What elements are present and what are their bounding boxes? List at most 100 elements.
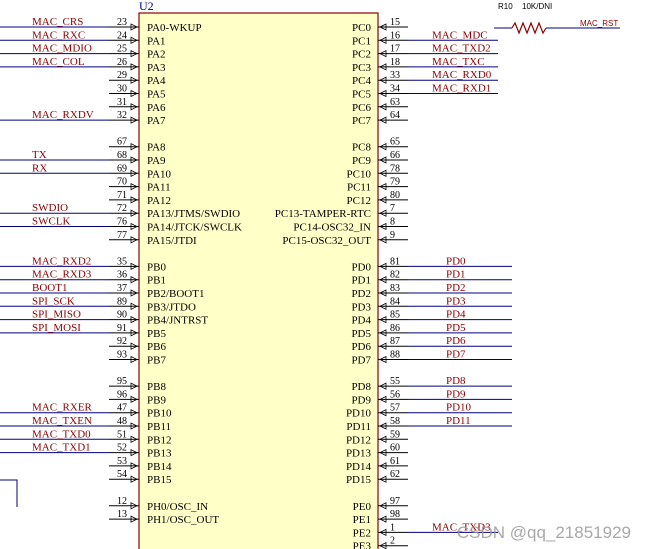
pin-number: 29	[117, 70, 127, 81]
net-label: MAC_TXEN	[32, 415, 92, 427]
pin-name: PC10	[347, 168, 372, 180]
pin-name: PD9	[351, 394, 371, 406]
pin-number: 12	[117, 496, 127, 507]
pin-name: PA4	[147, 75, 166, 87]
pin-number: 66	[390, 150, 400, 161]
net-label: PD3	[446, 295, 466, 307]
pin-name: PA11	[147, 182, 171, 194]
pin-number: 37	[117, 283, 127, 294]
resistor-r10[interactable]: R10 10K/DNI MAC_RST	[494, 2, 620, 35]
pin-number: 71	[117, 190, 127, 201]
net-label: PD0	[446, 255, 466, 267]
pin-number: 65	[390, 137, 400, 148]
pin-number: 59	[390, 429, 400, 440]
pin-name: PD5	[351, 328, 371, 340]
pin-number: 85	[390, 310, 400, 321]
mcu-body[interactable]	[138, 12, 379, 549]
pin-name: PA3	[147, 62, 166, 74]
mac-rst-net-label: MAC_RST	[580, 19, 618, 28]
pin-name: PH1/OSC_OUT	[147, 514, 219, 526]
pin-name: PB9	[147, 394, 166, 406]
pin-name: PB13	[147, 448, 172, 460]
pin-number: 24	[117, 30, 127, 41]
pin-name: PC1	[352, 35, 371, 47]
pin-name: PA8	[147, 142, 166, 154]
pin-name: PB4/JNTRST	[147, 315, 208, 327]
pin-name: PD15	[346, 474, 372, 486]
net-label: PD6	[446, 335, 466, 347]
net-label: SPI_MISO	[32, 309, 81, 321]
pin-number: 31	[117, 97, 127, 108]
net-label: MAC_TXD2	[432, 43, 491, 55]
net-label: MAC_RXD2	[32, 255, 91, 267]
pin-number: 95	[117, 376, 127, 387]
pin-name: PD8	[351, 381, 371, 393]
pin-name: PA13/JTMS/SWDIO	[147, 208, 240, 220]
net-label: MAC_MDC	[432, 29, 488, 41]
pin-name: PC14-OSC32_IN	[293, 222, 371, 234]
pin-name: PC0	[352, 22, 371, 34]
net-label: SWDIO	[32, 202, 68, 214]
pin-name: PC2	[352, 49, 371, 61]
pin-number: 35	[117, 256, 127, 267]
pin-number: 57	[390, 403, 400, 414]
pin-number: 36	[117, 270, 127, 281]
pin-number: 13	[117, 509, 127, 520]
net-label: PD4	[446, 309, 466, 321]
net-label: PD5	[446, 322, 466, 334]
pin-number: 88	[390, 350, 400, 361]
schematic-sheet: U2 23 PA0-WKUP MAC_CRS 24 PA1 MAC_RXC 25 PA2 MAC…	[0, 0, 620, 549]
pin-name: PC13-TAMPER-RTC	[275, 208, 371, 220]
pin-number: 68	[117, 150, 127, 161]
pin-name: PE0	[353, 501, 372, 513]
r10-value: 10K/DNI	[522, 2, 552, 11]
pin-name: PA12	[147, 195, 171, 207]
pin-name: PD12	[346, 434, 371, 446]
net-label: MAC_RXC	[32, 29, 85, 41]
net-label: MAC_CRS	[32, 16, 83, 28]
pin-number: 61	[390, 456, 400, 467]
pin-name: PD3	[351, 301, 371, 313]
pin-number: 30	[117, 84, 127, 95]
net-label: MAC_COL	[32, 56, 85, 68]
pin-number: 62	[390, 469, 400, 480]
pin-number: 48	[117, 416, 127, 427]
pin-name: PC11	[347, 182, 371, 194]
pin-name: PE3	[353, 541, 372, 549]
component-designator: U2	[139, 0, 154, 13]
net-label: MAC_RXD1	[432, 83, 491, 95]
pin-name: PA14/JTCK/SWCLK	[147, 222, 242, 234]
pin-name: PB0	[147, 261, 166, 273]
pin-name: PD0	[351, 261, 371, 273]
pin-name: PC12	[347, 195, 371, 207]
net-label: PD7	[446, 349, 466, 361]
pin-number: 76	[117, 217, 127, 228]
pin-number: 97	[390, 496, 400, 507]
pin-name: PB11	[147, 421, 171, 433]
pin-name: PD14	[346, 461, 372, 473]
pin-number: 79	[390, 177, 400, 188]
pin-number: 53	[117, 456, 127, 467]
resistor-icon	[511, 21, 547, 35]
pin-number: 89	[117, 296, 127, 307]
osc-wire[interactable]	[0, 479, 18, 507]
pin-name: PC8	[352, 142, 371, 154]
pin-number: 2	[390, 536, 395, 547]
net-label: PD2	[446, 282, 466, 294]
pin-number: 33	[390, 70, 400, 81]
pin-number: 26	[117, 57, 127, 68]
pin-number: 96	[117, 389, 127, 400]
pin-name: PA6	[147, 102, 166, 114]
pin-name: PB7	[147, 355, 166, 367]
pin-number: 82	[390, 270, 400, 281]
pin-name: PB6	[147, 341, 166, 353]
pin-name: PA0-WKUP	[147, 22, 202, 34]
pin-number: 15	[390, 17, 400, 28]
pin-name: PA9	[147, 155, 166, 167]
pin-name: PD11	[346, 421, 371, 433]
net-label: PD8	[446, 375, 466, 387]
pin-name: PA1	[147, 35, 166, 47]
pin-number: 7	[390, 203, 395, 214]
net-label: SWCLK	[32, 216, 71, 228]
pin-number: 23	[117, 17, 127, 28]
